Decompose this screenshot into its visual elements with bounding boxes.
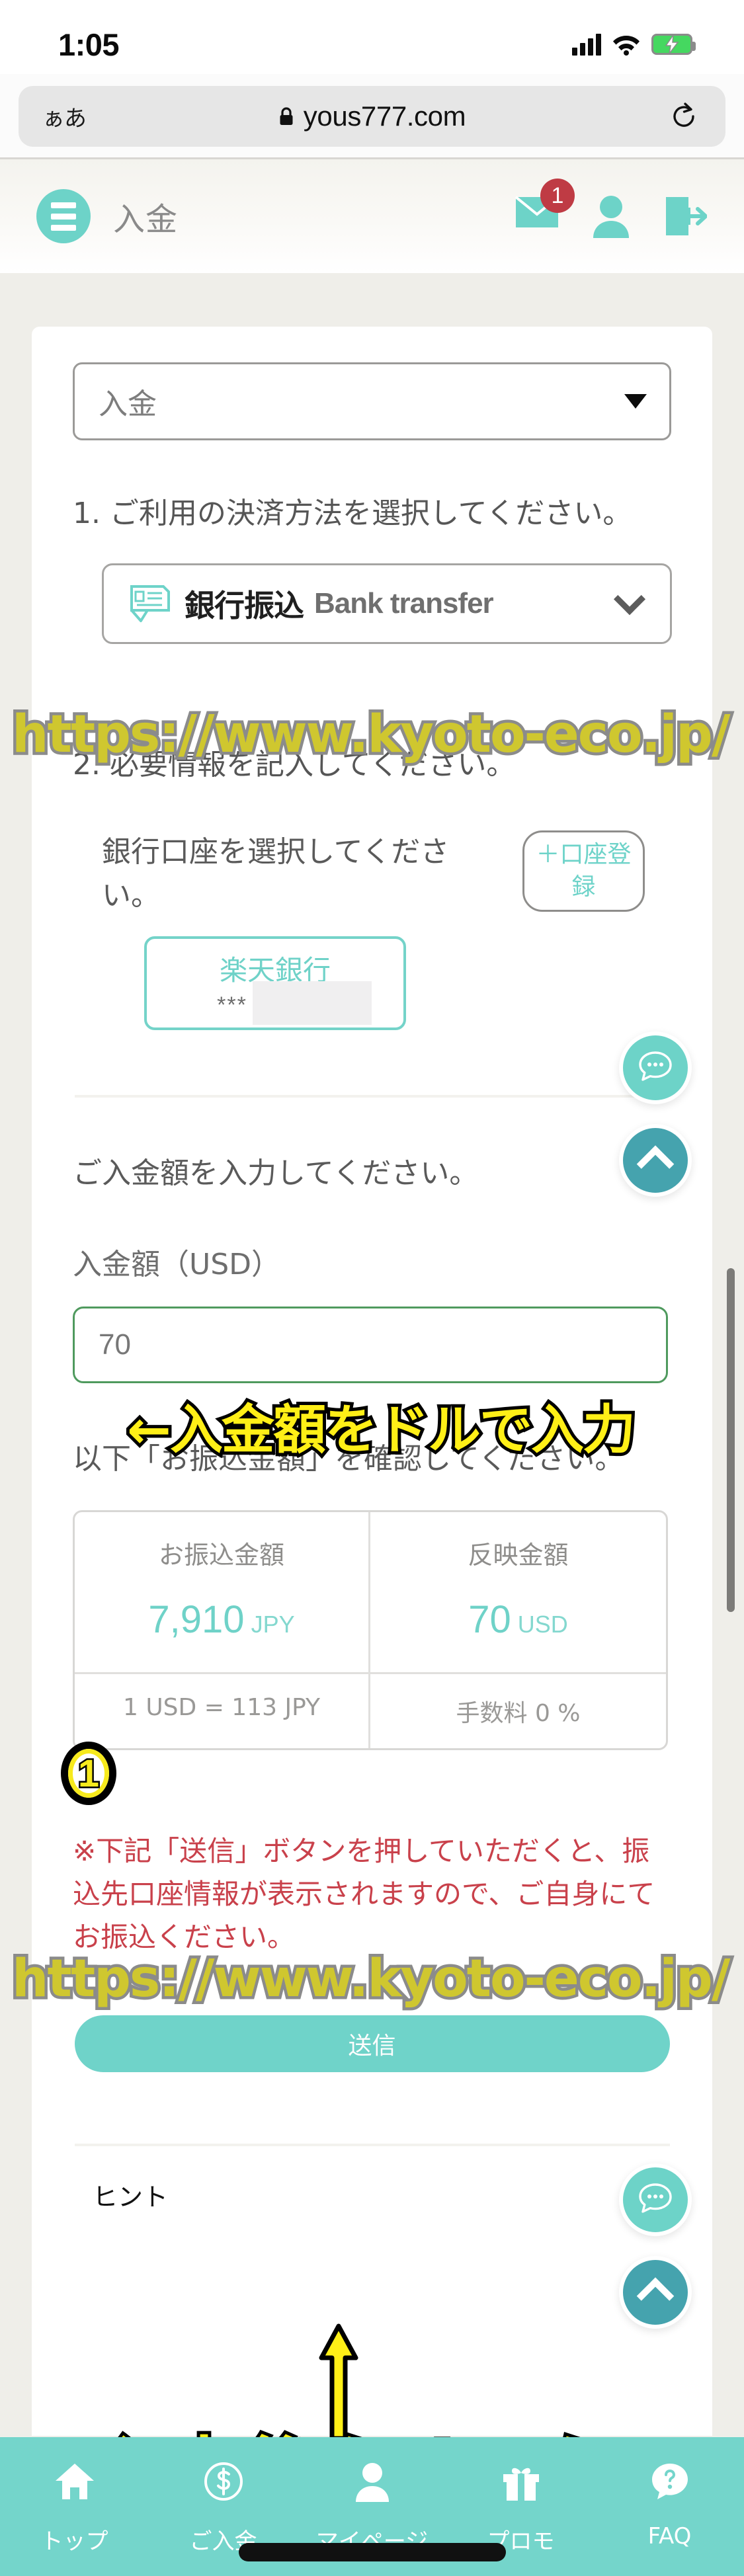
watermark-text: https://www.kyoto-eco.jp/ xyxy=(9,702,733,768)
reload-icon[interactable] xyxy=(671,102,698,131)
status-time: 1:05 xyxy=(58,26,120,62)
deposit-card: 入金 1. ご利用の決済方法を選択してください。 銀行振込 Bank trans… xyxy=(32,327,712,2436)
text-size-button[interactable]: ぁあ xyxy=(42,101,87,133)
table-header-cell: お振込金額 xyxy=(75,1512,370,1591)
nav-item-faq[interactable]: FAQ xyxy=(595,2437,744,2550)
annotation-input-note: ←入金額をドルで入力 xyxy=(124,1396,639,1464)
value-credited-amount: 70 xyxy=(468,1598,511,1641)
url-display[interactable]: yous777.com xyxy=(278,101,466,132)
chevron-down-icon xyxy=(613,583,646,616)
nav-item-top[interactable]: トップ xyxy=(0,2437,149,2556)
table-cell-jpy: 7,910 JPY xyxy=(75,1591,370,1672)
lock-icon xyxy=(280,107,293,125)
home-icon xyxy=(55,2464,94,2499)
gift-icon xyxy=(503,2468,539,2501)
bank-transfer-icon xyxy=(130,585,170,622)
deposit-type-value: 入金 xyxy=(99,387,157,421)
annotation-marker-one: 1 xyxy=(61,1742,116,1805)
table-cell-usd: 70 USD xyxy=(370,1591,666,1672)
scroll-to-top-fab-button[interactable] xyxy=(619,1124,692,1197)
payment-method-label-en: Bank transfer xyxy=(314,587,494,620)
phone-screen: 1:05 ぁあ yous777.com 入金 1 入金 1. ご利用の決済方法を… xyxy=(0,0,744,2576)
amount-field-label: 入金額（USD） xyxy=(73,1248,281,1281)
section-divider xyxy=(74,1095,670,1098)
battery-charging-icon xyxy=(651,34,696,55)
section-divider xyxy=(74,2144,670,2147)
chevron-up-icon xyxy=(636,1145,675,1183)
home-indicator xyxy=(238,2543,506,2561)
step1-title: 1. ご利用の決済方法を選択してください。 xyxy=(73,497,632,530)
payment-method-bank-transfer[interactable]: 銀行振込 Bank transfer xyxy=(102,563,672,644)
submit-warning-text: ※下記「送信」ボタンを押していただくと、振込先口座情報が表示されますので、ご自身… xyxy=(73,1835,655,1954)
bank-account-card[interactable]: 楽天銀行 *** xyxy=(144,936,406,1030)
hamburger-menu-icon[interactable] xyxy=(36,189,91,243)
watermark-url: https://www.kyoto-eco.jp/ xyxy=(9,702,733,768)
user-profile-icon[interactable] xyxy=(589,194,633,238)
fee-text: 手数料 0 % xyxy=(456,1700,581,1727)
scroll-to-top-fab-button[interactable] xyxy=(619,2256,692,2329)
header-credited-amount: 反映金額 xyxy=(468,1541,569,1570)
ios-status-bar: 1:05 xyxy=(0,0,744,74)
up-arrow-icon xyxy=(319,2323,358,2441)
bank-select-label: 銀行口座を選択してください。 xyxy=(102,835,450,912)
currency-usd: USD xyxy=(517,1611,568,1638)
status-indicators xyxy=(572,33,696,56)
page-scrollbar[interactable] xyxy=(727,1268,735,1612)
nav-item-mypage[interactable]: マイページ xyxy=(298,2437,446,2556)
amount-summary-table: お振込金額 反映金額 7,910 JPY 70 USD 1 USD = 113 … xyxy=(73,1510,668,1750)
dollar-coin-icon xyxy=(204,2462,243,2501)
question-help-icon xyxy=(651,2464,688,2499)
bank-account-masked: *** xyxy=(217,992,247,1018)
bottom-navigation-bar: トップ ご入金 マイページ プロモ FAQ xyxy=(0,2437,744,2576)
exchange-rate-text: 1 USD = 113 JPY xyxy=(122,1694,320,1721)
watermark-url: https://www.kyoto-eco.jp/ xyxy=(9,1947,733,2012)
table-cell-fee: 手数料 0 % xyxy=(370,1674,666,1748)
table-footer-row: 1 USD = 113 JPY 手数料 0 % xyxy=(75,1672,666,1748)
nav-item-promo[interactable]: プロモ xyxy=(446,2437,595,2556)
chat-bubble-icon xyxy=(639,2183,672,2213)
hint-label: ヒント xyxy=(93,2183,169,2212)
chat-fab-button[interactable] xyxy=(619,2163,692,2236)
mail-icon[interactable]: 1 xyxy=(515,179,575,238)
chevron-down-icon xyxy=(624,394,647,409)
currency-jpy: JPY xyxy=(251,1611,295,1638)
register-account-button[interactable]: ＋口座登録 xyxy=(522,830,645,912)
nav-label: FAQ xyxy=(647,2523,692,2550)
submit-button[interactable]: 送信 xyxy=(74,2015,670,2073)
nav-label: トップ xyxy=(40,2528,108,2555)
wifi-icon xyxy=(613,36,640,56)
table-cell-rate: 1 USD = 113 JPY xyxy=(75,1674,370,1748)
chat-fab-button[interactable] xyxy=(619,1031,692,1104)
address-bar[interactable]: ぁあ yous777.com xyxy=(19,86,725,147)
url-text: yous777.com xyxy=(303,101,466,132)
mail-badge: 1 xyxy=(540,179,575,213)
nav-item-deposit[interactable]: ご入金 xyxy=(149,2437,298,2556)
table-header-cell: 反映金額 xyxy=(370,1512,666,1591)
chat-bubble-icon xyxy=(639,1051,672,1081)
header-actions: 1 xyxy=(515,179,708,238)
cellular-signal-icon xyxy=(572,33,601,56)
page-title: 入金 xyxy=(113,201,179,238)
value-transfer-amount: 7,910 xyxy=(148,1598,245,1641)
browser-toolbar: ぁあ yous777.com xyxy=(0,74,744,159)
watermark-text: https://www.kyoto-eco.jp/ xyxy=(9,1947,733,2012)
amount-input[interactable]: 70 xyxy=(73,1307,668,1383)
person-icon xyxy=(355,2463,389,2502)
chevron-up-icon xyxy=(636,2277,675,2315)
payment-method-label-ja: 銀行振込 xyxy=(185,588,304,624)
header-transfer-amount: お振込金額 xyxy=(158,1541,284,1570)
bank-select-row: 銀行口座を選択してください。 ＋口座登録 xyxy=(102,830,672,918)
amount-prompt: ご入金額を入力してください。 xyxy=(73,1156,479,1190)
redaction-patch xyxy=(253,981,372,1025)
app-header: 入金 1 xyxy=(0,159,744,273)
deposit-type-select[interactable]: 入金 xyxy=(73,362,671,440)
table-value-row: 7,910 JPY 70 USD xyxy=(75,1591,666,1672)
logout-icon[interactable] xyxy=(663,194,708,238)
marker-number: 1 xyxy=(68,1749,109,1798)
table-header-row: お振込金額 反映金額 xyxy=(75,1512,666,1591)
